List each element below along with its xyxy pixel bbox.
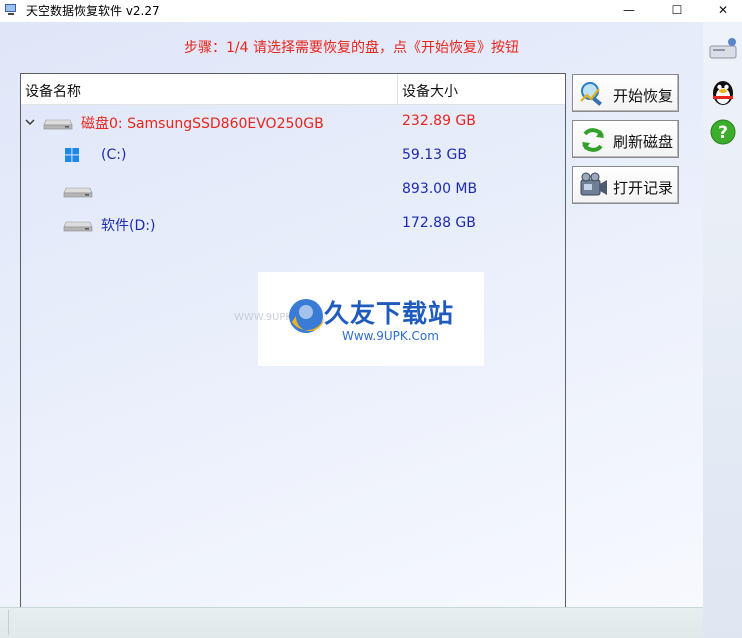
refresh-icon: [582, 128, 604, 152]
watermark: WWW.9UPK.COM 久友下载站 Www.9UPK.Com: [234, 272, 484, 366]
device-name: (C:): [101, 147, 127, 163]
magnifier-recover-icon: [580, 82, 602, 106]
chevron-down-icon[interactable]: [25, 117, 35, 127]
device-size: 232.89 GB: [402, 113, 476, 129]
windows-icon: [65, 148, 79, 162]
disk-drive-icon[interactable]: [707, 36, 739, 66]
svg-text:?: ?: [718, 123, 728, 143]
main-area: 步骤：1/4 请选择需要恢复的盘，点《开始恢复》按钮 设备名称 设备大小 磁盘0…: [0, 22, 703, 608]
device-row-d[interactable]: 软件(D:) 172.88 GB: [21, 209, 565, 241]
hard-disk-icon: [43, 119, 73, 130]
status-bar: [0, 607, 703, 638]
column-header-device-name[interactable]: 设备名称: [25, 81, 81, 101]
device-row-disk0[interactable]: 磁盘0: SamsungSSD860EVO250GB 232.89 GB: [21, 107, 565, 139]
device-size: 893.00 MB: [402, 181, 478, 197]
help-icon[interactable]: ?: [707, 117, 739, 147]
partition-icon: [63, 187, 93, 198]
column-header-device-size[interactable]: 设备大小: [402, 81, 458, 101]
refresh-disks-label: 刷新磁盘: [613, 133, 674, 151]
right-toolbar: ?: [703, 22, 742, 638]
app-icon: [5, 4, 16, 15]
open-records-label: 打开记录: [613, 179, 674, 197]
minimize-button[interactable]: —: [606, 0, 652, 20]
column-divider[interactable]: [397, 74, 398, 105]
partition-icon: [63, 221, 93, 232]
step-instruction: 步骤：1/4 请选择需要恢复的盘，点《开始恢复》按钮: [184, 40, 519, 56]
window-title: 天空数据恢复软件 v2.27: [26, 4, 160, 18]
watermark-title: 久友下载站: [324, 299, 455, 328]
watermark-url: Www.9UPK.Com: [342, 329, 439, 343]
start-recovery-button[interactable]: 开始恢复: [572, 74, 679, 112]
close-button[interactable]: ✕: [700, 0, 742, 20]
device-row-c[interactable]: (C:) 59.13 GB: [21, 141, 565, 173]
device-size: 59.13 GB: [402, 147, 467, 163]
maximize-button[interactable]: ☐: [654, 0, 700, 20]
device-row-unnamed[interactable]: 893.00 MB: [21, 175, 565, 207]
app-window: 天空数据恢复软件 v2.27 — ☐ ✕ 步骤：1/4 请选择需要恢复的盘，点《…: [0, 0, 742, 638]
status-cell: [0, 610, 9, 635]
qq-penguin-icon[interactable]: [707, 77, 739, 107]
start-recovery-label: 开始恢复: [613, 87, 674, 105]
open-records-button[interactable]: 打开记录: [572, 166, 679, 204]
refresh-disks-button[interactable]: 刷新磁盘: [572, 120, 679, 158]
device-name: 软件(D:): [101, 218, 156, 234]
device-size: 172.88 GB: [402, 215, 476, 231]
camera-record-icon: [580, 172, 607, 196]
device-name: 磁盘0: SamsungSSD860EVO250GB: [81, 116, 324, 132]
title-bar: 天空数据恢复软件 v2.27 — ☐ ✕: [0, 0, 742, 20]
device-list-header: 设备名称 设备大小: [21, 74, 565, 105]
